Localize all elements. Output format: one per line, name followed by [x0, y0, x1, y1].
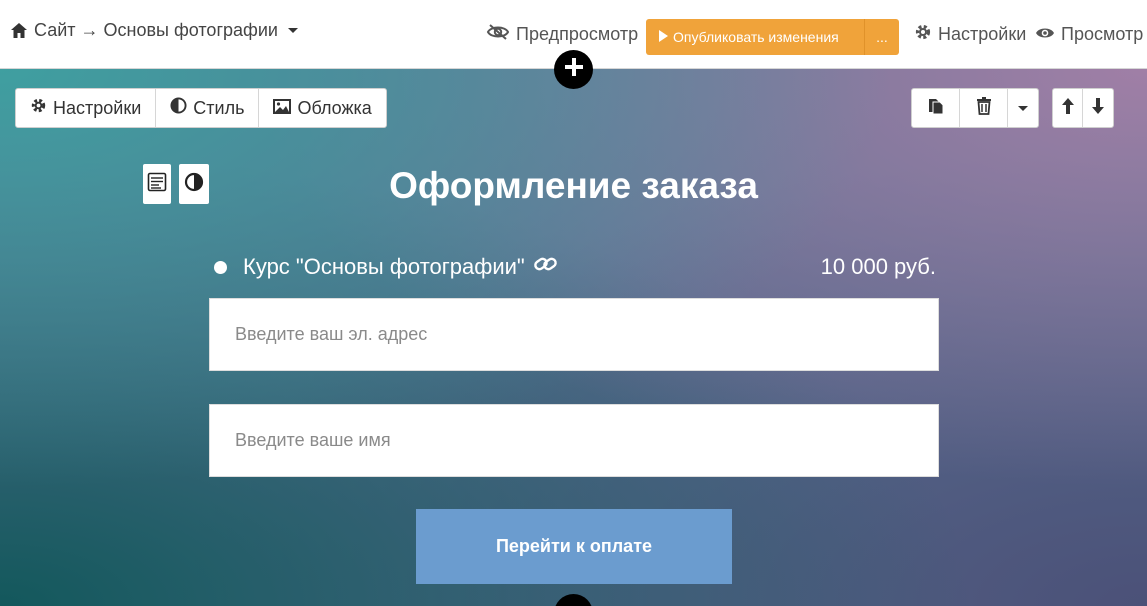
publish-button[interactable]: Опубликовать изменения: [646, 19, 864, 55]
link-icon[interactable]: [533, 254, 559, 280]
view-label: Просмотр: [1061, 23, 1144, 44]
move-down-button[interactable]: [1083, 89, 1113, 127]
arrow-up-icon: [1061, 97, 1075, 120]
breadcrumb[interactable]: Сайт → Основы фотографии: [10, 20, 298, 41]
publish-button-group: Опубликовать изменения ...: [646, 19, 899, 55]
view-link[interactable]: Просмотр: [1035, 14, 1143, 54]
block-style-button[interactable]: Стиль: [156, 89, 260, 127]
move-up-button[interactable]: [1053, 89, 1083, 127]
product-name: Курс "Основы фотографии": [243, 254, 525, 279]
product-price: 10 000 руб.: [820, 254, 936, 279]
publish-label: Опубликовать изменения: [673, 29, 839, 45]
eye-slash-icon: [486, 23, 510, 46]
arrow-down-icon: [1091, 97, 1105, 120]
home-icon: [10, 22, 28, 39]
block-cover-button[interactable]: Обложка: [259, 89, 385, 127]
email-field[interactable]: [209, 298, 939, 371]
preview-toggle[interactable]: Предпросмотр: [486, 14, 638, 54]
delete-block-button[interactable]: [960, 89, 1008, 127]
product-radio[interactable]: [214, 260, 227, 274]
block-settings-label: Настройки: [53, 97, 142, 118]
copy-icon: [927, 97, 945, 120]
gear-icon: [30, 97, 47, 119]
block-style-label: Стиль: [193, 97, 245, 118]
block-move-toolbar: [1052, 88, 1114, 128]
block-cover-label: Обложка: [297, 97, 372, 118]
add-block-button[interactable]: [554, 50, 593, 89]
plus-icon: [564, 57, 584, 82]
chevron-down-icon: [287, 28, 298, 33]
product-name-wrap: Курс "Основы фотографии": [243, 254, 559, 280]
breadcrumb-label: Сайт → Основы фотографии: [34, 20, 278, 40]
copy-block-button[interactable]: [912, 89, 960, 127]
block-toolbar: Настройки Стиль Обложка: [15, 88, 387, 128]
block-more-dropdown[interactable]: [1008, 89, 1038, 127]
eye-icon: [1035, 24, 1055, 45]
order-block: Настройки Стиль Обложка Оформление заказ…: [0, 69, 1147, 606]
settings-label: Настройки: [938, 23, 1027, 44]
block-settings-button[interactable]: Настройки: [16, 89, 157, 127]
block-actions-toolbar: [911, 88, 1039, 128]
preview-label: Предпросмотр: [516, 23, 639, 44]
page-title: Оформление заказа: [389, 165, 758, 206]
proceed-to-payment-button[interactable]: Перейти к оплате: [416, 509, 732, 584]
trash-icon: [976, 96, 992, 120]
play-icon: [658, 29, 668, 45]
product-option[interactable]: Курс "Основы фотографии" 10 000 руб.: [214, 252, 936, 282]
settings-link[interactable]: Настройки: [914, 14, 1026, 54]
publish-more-button[interactable]: ...: [864, 19, 899, 55]
gear-icon: [914, 23, 932, 46]
contrast-icon: [170, 97, 187, 119]
name-field[interactable]: [209, 404, 939, 477]
chevron-down-icon: [1018, 105, 1028, 111]
image-icon: [273, 98, 292, 119]
